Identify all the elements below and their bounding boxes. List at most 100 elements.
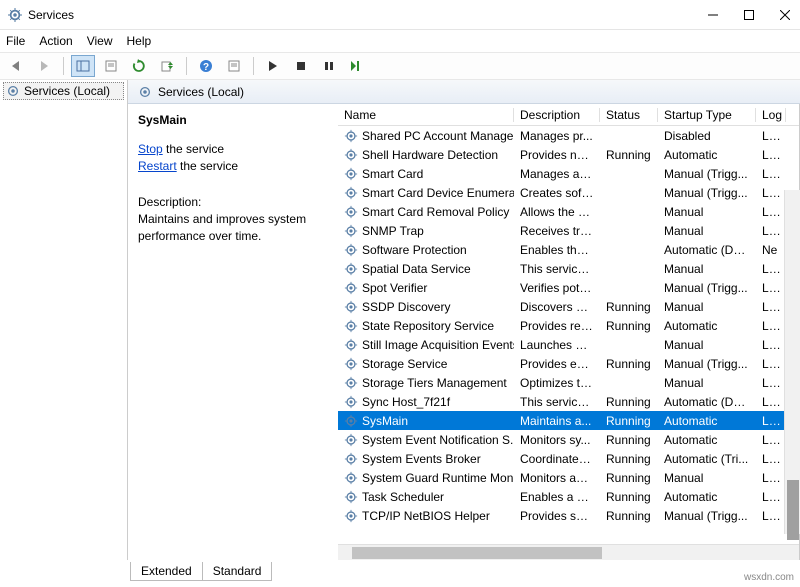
- service-logon-cell: Loc: [756, 281, 786, 295]
- service-desc-cell: Manages ac...: [514, 167, 600, 181]
- menu-view[interactable]: View: [87, 34, 113, 48]
- table-row[interactable]: Shell Hardware DetectionProvides not...R…: [338, 145, 799, 164]
- service-logon-cell: Loc: [756, 471, 786, 485]
- menu-action[interactable]: Action: [39, 34, 72, 48]
- service-name-cell: Spatial Data Service: [362, 262, 471, 276]
- service-name-cell: System Event Notification S...: [362, 433, 514, 447]
- column-logon[interactable]: Log On As: [756, 108, 786, 122]
- service-startup-cell: Manual: [658, 376, 756, 390]
- table-row[interactable]: Spot VerifierVerifies pote...Manual (Tri…: [338, 278, 799, 297]
- service-logon-cell: Loc: [756, 300, 786, 314]
- maximize-button[interactable]: [742, 8, 756, 22]
- horizontal-scrollbar[interactable]: [338, 544, 799, 560]
- service-icon: [344, 433, 358, 447]
- description-label: Description:: [138, 194, 328, 211]
- show-hide-tree-button[interactable]: [71, 55, 95, 77]
- vertical-scrollbar[interactable]: [784, 190, 800, 534]
- table-row[interactable]: System Events BrokerCoordinates ...Runni…: [338, 449, 799, 468]
- service-logon-cell: Loc: [756, 167, 786, 181]
- service-status-cell: Running: [600, 300, 658, 314]
- table-row[interactable]: Still Image Acquisition EventsLaunches a…: [338, 335, 799, 354]
- service-logon-cell: Loc: [756, 490, 786, 504]
- restart-link[interactable]: Restart: [138, 159, 177, 173]
- column-description[interactable]: Description: [514, 108, 600, 122]
- table-row[interactable]: SSDP DiscoveryDiscovers ne...RunningManu…: [338, 297, 799, 316]
- service-startup-cell: Manual: [658, 300, 756, 314]
- service-name-cell: State Repository Service: [362, 319, 494, 333]
- service-logon-cell: Loc: [756, 376, 786, 390]
- column-startup[interactable]: Startup Type: [658, 108, 756, 122]
- table-row[interactable]: TCP/IP NetBIOS HelperProvides sup...Runn…: [338, 506, 799, 525]
- table-row[interactable]: System Guard Runtime Mon...Monitors and.…: [338, 468, 799, 487]
- table-row[interactable]: Task SchedulerEnables a us...RunningAuto…: [338, 487, 799, 506]
- service-desc-cell: Monitors and...: [514, 471, 600, 485]
- forward-button[interactable]: [32, 55, 56, 77]
- tab-standard[interactable]: Standard: [202, 562, 273, 581]
- view-tabs: Extended Standard: [0, 560, 800, 582]
- table-row[interactable]: State Repository ServiceProvides req...R…: [338, 316, 799, 335]
- service-icon: [344, 471, 358, 485]
- pause-service-button[interactable]: [317, 55, 341, 77]
- tree-item-services-local[interactable]: Services (Local): [3, 82, 124, 100]
- service-name-cell: Smart Card Device Enumerat...: [362, 186, 514, 200]
- restart-service-button[interactable]: [345, 55, 369, 77]
- table-row[interactable]: Smart CardManages ac...Manual (Trigg...L…: [338, 164, 799, 183]
- service-icon: [344, 262, 358, 276]
- start-service-button[interactable]: [261, 55, 285, 77]
- column-status[interactable]: Status: [600, 108, 658, 122]
- service-desc-cell: This service ...: [514, 395, 600, 409]
- service-name-cell: Storage Tiers Management: [362, 376, 507, 390]
- service-name-cell: Still Image Acquisition Events: [362, 338, 514, 352]
- service-startup-cell: Automatic: [658, 414, 756, 428]
- menu-file[interactable]: File: [6, 34, 25, 48]
- service-startup-cell: Automatic (De...: [658, 243, 756, 257]
- service-name-cell: Spot Verifier: [362, 281, 427, 295]
- table-row[interactable]: Spatial Data ServiceThis service i...Man…: [338, 259, 799, 278]
- titlebar: Services: [0, 0, 800, 30]
- table-row[interactable]: Storage ServiceProvides ena...RunningMan…: [338, 354, 799, 373]
- service-startup-cell: Automatic (De...: [658, 395, 756, 409]
- properties-button[interactable]: [99, 55, 123, 77]
- service-name-cell: SNMP Trap: [362, 224, 424, 238]
- service-desc-cell: Launches ap...: [514, 338, 600, 352]
- service-startup-cell: Manual (Trigg...: [658, 357, 756, 371]
- table-row[interactable]: Sync Host_7f21fThis service ...RunningAu…: [338, 392, 799, 411]
- table-row[interactable]: Smart Card Removal PolicyAllows the s...…: [338, 202, 799, 221]
- service-startup-cell: Automatic: [658, 433, 756, 447]
- service-startup-cell: Automatic (Tri...: [658, 452, 756, 466]
- stop-service-button[interactable]: [289, 55, 313, 77]
- table-row[interactable]: SNMP TrapReceives tra...ManualLoc: [338, 221, 799, 240]
- table-row[interactable]: Smart Card Device Enumerat...Creates sof…: [338, 183, 799, 202]
- scrollbar-thumb[interactable]: [352, 547, 602, 559]
- column-name[interactable]: Name: [338, 108, 514, 122]
- scrollbar-thumb[interactable]: [787, 480, 799, 540]
- table-row[interactable]: SysMainMaintains a...RunningAutomaticLoc: [338, 411, 799, 430]
- minimize-button[interactable]: [706, 8, 720, 22]
- export-button[interactable]: [155, 55, 179, 77]
- back-button[interactable]: [4, 55, 28, 77]
- service-desc-cell: Discovers ne...: [514, 300, 600, 314]
- service-logon-cell: Loc: [756, 509, 786, 523]
- service-icon: [344, 376, 358, 390]
- service-status-cell: Running: [600, 509, 658, 523]
- refresh-button[interactable]: [127, 55, 151, 77]
- table-row[interactable]: System Event Notification S...Monitors s…: [338, 430, 799, 449]
- properties-button-2[interactable]: [222, 55, 246, 77]
- table-row[interactable]: Software ProtectionEnables the ...Automa…: [338, 240, 799, 259]
- selected-service-name: SysMain: [138, 112, 328, 129]
- service-icon: [344, 205, 358, 219]
- help-button[interactable]: ?: [194, 55, 218, 77]
- service-name-cell: System Guard Runtime Mon...: [362, 471, 514, 485]
- stop-link[interactable]: Stop: [138, 142, 163, 156]
- tree-pane: Services (Local): [0, 80, 128, 560]
- close-button[interactable]: [778, 8, 792, 22]
- table-row[interactable]: Shared PC Account ManagerManages pr...Di…: [338, 126, 799, 145]
- service-icon: [344, 281, 358, 295]
- pane-title: Services (Local): [158, 85, 244, 99]
- service-desc-cell: Provides not...: [514, 148, 600, 162]
- service-logon-cell: Loc: [756, 433, 786, 447]
- tab-extended[interactable]: Extended: [130, 562, 203, 581]
- tree-item-label: Services (Local): [24, 84, 110, 98]
- table-row[interactable]: Storage Tiers ManagementOptimizes th...M…: [338, 373, 799, 392]
- menu-help[interactable]: Help: [127, 34, 152, 48]
